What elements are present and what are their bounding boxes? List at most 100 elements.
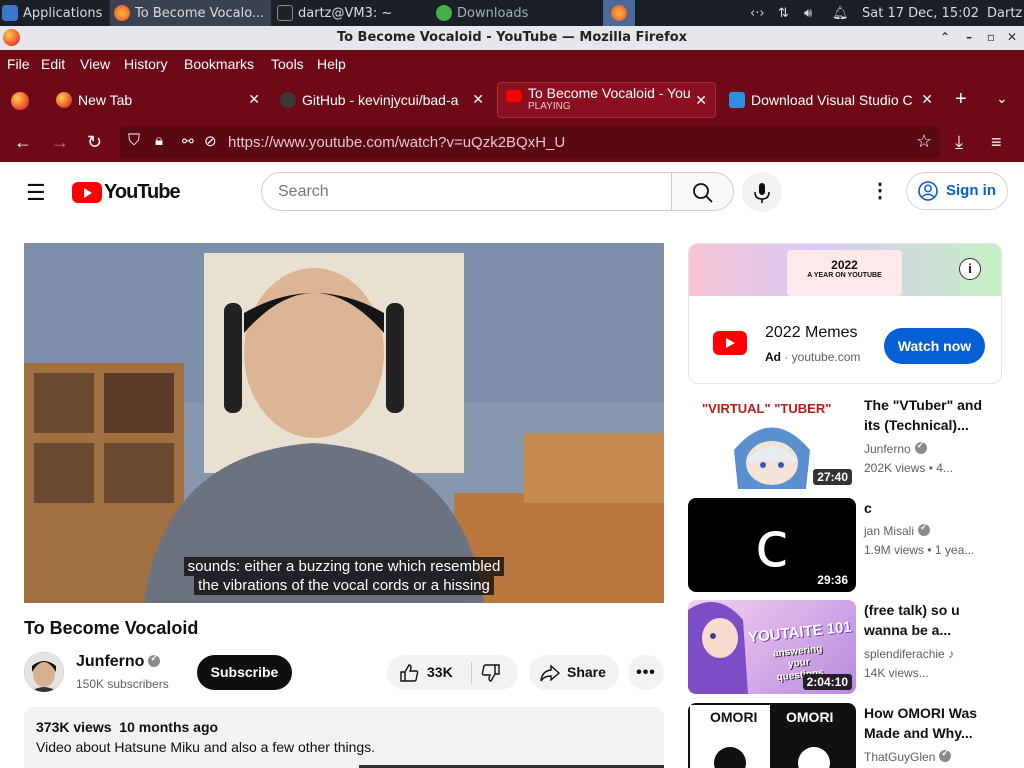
menubar: File Edit View History Bookmarks Tools H… — [0, 50, 1024, 78]
youtube-icon — [506, 90, 522, 102]
dislike-button[interactable] — [472, 655, 518, 690]
recommendation-item[interactable]: OMORI OMORI How OMORI Was Made and Why..… — [688, 703, 1024, 768]
more-actions-button[interactable]: ••• — [628, 655, 664, 690]
lock-icon[interactable]: 🔒︎ — [155, 132, 163, 149]
forward-arrow-icon[interactable]: → — [51, 132, 69, 153]
verified-icon — [148, 653, 161, 667]
youtube-play-icon — [72, 182, 102, 203]
caption-text: the vibrations of the vocal cords or a h… — [194, 576, 494, 595]
tab-close-icon[interactable]: ✕ — [248, 91, 260, 108]
tab-close-icon[interactable]: ✕ — [472, 91, 484, 108]
watch-now-button[interactable]: Watch now — [884, 328, 985, 364]
downloads-icon[interactable]: ⤓ — [955, 132, 963, 153]
tab-youtube-active[interactable]: To Become Vocaloid - You PLAYING ✕ — [497, 82, 716, 118]
url-text[interactable]: https://www.youtube.com/watch?v=uQzk2BQx… — [228, 134, 565, 151]
volume-icon[interactable]: 🔊︎ — [804, 0, 812, 26]
menu-bookmarks[interactable]: Bookmarks — [184, 56, 254, 72]
ad-banner-graphic: 2022 A YEAR ON YOUTUBE — [787, 250, 902, 296]
network-updown-icon[interactable]: ⇅ — [778, 0, 789, 26]
recommendation-item[interactable]: YOUTAITE 101 answering your questions 2:… — [688, 600, 1024, 695]
recommendation-title: The "VTuber" and its (Technical)... — [864, 397, 983, 433]
like-dislike-group: 33K — [387, 655, 518, 690]
recommendation-meta: 1.9M views • 1 yea... — [864, 543, 975, 557]
channel-name-text: Junferno — [864, 442, 911, 456]
list-all-tabs-chevron-icon[interactable]: ⌄ — [996, 90, 1008, 107]
search-input[interactable]: Search — [261, 172, 672, 211]
window-titlebar: To Become Vocaloid - YouTube — Mozilla F… — [0, 26, 1024, 50]
taskbar-window-downloads[interactable]: Downloads — [432, 0, 592, 26]
like-button[interactable]: 33K — [387, 655, 470, 690]
share-button[interactable]: Share — [529, 655, 619, 690]
menu-file[interactable]: File — [7, 56, 30, 72]
channel-avatar[interactable] — [24, 652, 64, 692]
ad-meta: Ad · youtube.com — [765, 350, 861, 364]
firefox-icon — [56, 92, 72, 108]
sign-in-button[interactable]: Sign in — [906, 172, 1008, 210]
menu-history[interactable]: History — [124, 56, 168, 72]
applications-menu[interactable]: Applications — [2, 0, 110, 26]
ad-info-icon[interactable]: i — [959, 258, 981, 280]
tab-close-icon[interactable]: ✕ — [921, 91, 933, 108]
thumbnail-text: c — [754, 508, 790, 581]
tab-github[interactable]: GitHub - kevinjycui/bad-a ✕ — [272, 82, 492, 118]
url-bar[interactable]: ⛉ 🔒︎ ⚯ ⊘ https://www.youtube.com/watch?v… — [120, 126, 940, 158]
settings-kebab-icon[interactable]: ⋮ — [870, 178, 890, 203]
window-shade-icon[interactable]: ⌃ — [936, 28, 954, 46]
search-button[interactable] — [671, 172, 734, 211]
firefox-view-icon[interactable] — [11, 92, 29, 110]
new-tab-plus-icon[interactable]: + — [955, 88, 967, 111]
tab-visual-studio[interactable]: Download Visual Studio C ✕ — [721, 82, 941, 118]
reload-icon[interactable]: ↻ — [87, 132, 102, 153]
tab-label: Download Visual Studio C — [751, 92, 913, 108]
window-minimize-icon[interactable]: – — [960, 28, 978, 46]
app-menu-hamburger-icon[interactable]: ≡ — [991, 132, 1002, 153]
tab-strip: New Tab ✕ GitHub - kevinjycui/bad-a ✕ To… — [0, 78, 1024, 122]
network-icon[interactable]: ‹·› — [750, 0, 765, 26]
share-arrow-icon — [540, 664, 561, 682]
channel-name[interactable]: Junferno — [76, 653, 161, 671]
back-arrow-icon[interactable]: ← — [14, 132, 32, 153]
recommendation-item[interactable]: c 29:36 c jan Misali 1.9M views • 1 yea.… — [688, 498, 1024, 593]
vscode-icon — [729, 92, 745, 108]
shield-icon[interactable]: ⛉ — [128, 132, 140, 150]
youtube-logo[interactable]: YouTube — [72, 181, 181, 204]
window-title: To Become Vocaloid - YouTube — Mozilla F… — [336, 30, 688, 45]
verified-icon — [914, 440, 927, 454]
recommendation-channel: jan Misali — [864, 522, 931, 538]
video-title: To Become Vocaloid — [24, 618, 199, 638]
autoplay-blocked-icon[interactable]: ⊘ — [204, 132, 217, 150]
bookmark-star-icon[interactable]: ☆ — [916, 131, 932, 152]
taskbar-window-terminal[interactable]: dartz@VM3: ~ — [273, 0, 430, 26]
menu-edit[interactable]: Edit — [41, 56, 65, 72]
taskbar-window-firefox-thumb[interactable] — [603, 0, 635, 26]
window-close-icon[interactable]: ✕ — [1003, 28, 1021, 46]
verified-icon — [939, 748, 952, 762]
navigation-toolbar: ← → ↻ ⛉ 🔒︎ ⚯ ⊘ https://www.youtube.com/w… — [0, 122, 1024, 162]
recommendation-thumbnail: YOUTAITE 101 answering your questions 2:… — [688, 600, 856, 694]
menu-tools[interactable]: Tools — [271, 56, 304, 72]
taskbar-window-label: To Become Vocalo... — [135, 5, 265, 21]
recommendation-item[interactable]: "VIRTUAL" "TUBER" 27:40 The "VTuber" and… — [688, 395, 1024, 490]
voice-search-button[interactable] — [742, 172, 782, 212]
tab-close-icon[interactable]: ✕ — [695, 92, 707, 109]
menu-view[interactable]: View — [80, 56, 110, 72]
caption-line: the vibrations of the vocal cords or a h… — [24, 576, 664, 595]
menu-help[interactable]: Help — [317, 56, 346, 72]
ad-card[interactable]: 2022 A YEAR ON YOUTUBE i 2022 Memes Ad ·… — [688, 243, 1002, 384]
subscribe-button[interactable]: Subscribe — [197, 655, 292, 690]
duration-badge: 29:36 — [813, 572, 852, 588]
description-text: Video about Hatsune Miku and also a few … — [36, 739, 376, 755]
recommendation-meta: 202K views • 4... — [864, 461, 953, 475]
user-menu[interactable]: Dartz — [987, 0, 1022, 26]
guide-menu-hamburger-icon[interactable]: ☰ — [26, 180, 46, 206]
permissions-icon[interactable]: ⚯ — [182, 133, 194, 150]
window-maximize-icon[interactable]: ▫ — [982, 28, 1000, 46]
notification-bell-icon[interactable]: 🔔︎ — [832, 0, 849, 26]
tab-new-tab[interactable]: New Tab ✕ — [48, 82, 268, 118]
sign-in-label: Sign in — [946, 182, 996, 199]
taskbar-window-firefox[interactable]: To Become Vocalo... — [110, 0, 271, 26]
avatar-image — [24, 652, 64, 692]
description-box[interactable]: 373K views 10 months ago Video about Hat… — [24, 707, 664, 768]
video-player[interactable]: sounds: either a buzzing tone which rese… — [24, 243, 664, 603]
clock[interactable]: Sat 17 Dec, 15:02 — [862, 0, 979, 26]
